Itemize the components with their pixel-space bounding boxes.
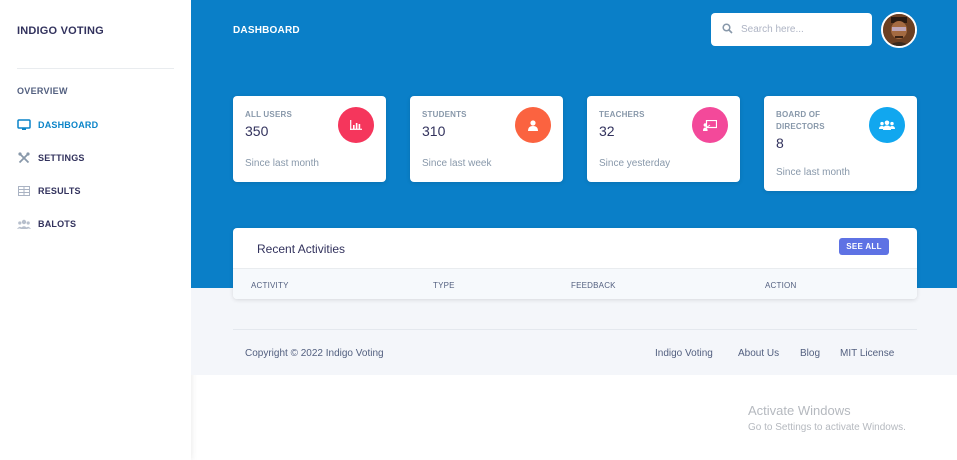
see-all-button[interactable]: SEE ALL bbox=[839, 238, 889, 255]
stat-since: Since yesterday bbox=[599, 158, 671, 169]
search-input[interactable] bbox=[741, 24, 861, 35]
activation-watermark-title: Activate Windows bbox=[748, 403, 851, 418]
stat-value: 8 bbox=[776, 135, 784, 151]
search-box[interactable] bbox=[711, 13, 872, 46]
stat-value: 32 bbox=[599, 123, 615, 139]
footer-divider bbox=[233, 329, 917, 330]
avatar[interactable] bbox=[881, 12, 917, 48]
section-title: Recent Activities bbox=[257, 242, 346, 256]
stat-title: STUDENTS bbox=[422, 110, 467, 119]
sidebar-divider bbox=[17, 68, 174, 69]
chalkboard-icon bbox=[692, 107, 728, 143]
column-header-type: TYPE bbox=[433, 281, 455, 290]
bar-chart-icon bbox=[338, 107, 374, 143]
sidebar-item-balots[interactable]: BALOTS bbox=[17, 217, 76, 231]
sidebar-item-dashboard[interactable]: DASHBOARD bbox=[17, 118, 98, 132]
stat-title: BOARD OF DIRECTORS bbox=[776, 110, 825, 131]
stat-title: ALL USERS bbox=[245, 110, 292, 119]
stat-card-board-of-directors: BOARD OF DIRECTORS 8 Since last month bbox=[764, 96, 917, 191]
footer-link-indigo-voting[interactable]: Indigo Voting bbox=[655, 348, 713, 359]
sidebar-item-label: SETTINGS bbox=[38, 153, 85, 163]
stat-card-students: STUDENTS 310 Since last week bbox=[410, 96, 563, 182]
stat-value: 310 bbox=[422, 123, 446, 139]
stat-card-all-users: ALL USERS 350 Since last month bbox=[233, 96, 386, 182]
page-title: DASHBOARD bbox=[233, 25, 300, 36]
group-icon bbox=[869, 107, 905, 143]
stat-since: Since last month bbox=[245, 158, 319, 169]
sidebar-item-settings[interactable]: SETTINGS bbox=[17, 151, 85, 165]
stat-value: 350 bbox=[245, 123, 269, 139]
sidebar-item-label: DASHBOARD bbox=[38, 120, 99, 130]
footer-link-blog[interactable]: Blog bbox=[800, 348, 820, 359]
activation-watermark-subtitle: Go to Settings to activate Windows. bbox=[748, 422, 906, 433]
user-icon bbox=[515, 107, 551, 143]
column-header-activity: ACTIVITY bbox=[251, 281, 289, 290]
search-icon bbox=[722, 21, 733, 39]
column-header-action: ACTION bbox=[765, 281, 797, 290]
sidebar-item-label: RESULTS bbox=[38, 186, 81, 196]
recent-activities-panel: Recent Activities SEE ALL ACTIVITY TYPE … bbox=[233, 228, 917, 299]
users-icon bbox=[17, 218, 31, 230]
brand-name[interactable]: INDIGO VOTING bbox=[17, 25, 104, 37]
sidebar-heading: OVERVIEW bbox=[17, 86, 68, 96]
sidebar-item-label: BALOTS bbox=[38, 219, 77, 229]
copyright-text: Copyright © 2022 Indigo Voting bbox=[245, 348, 384, 359]
table-header: ACTIVITY TYPE FEEDBACK ACTION bbox=[233, 268, 917, 299]
content-background bbox=[191, 288, 957, 375]
stat-since: Since last week bbox=[422, 158, 492, 169]
table-icon bbox=[17, 185, 31, 197]
footer-link-about-us[interactable]: About Us bbox=[738, 348, 779, 359]
stat-card-teachers: TEACHERS 32 Since yesterday bbox=[587, 96, 740, 182]
column-header-feedback: FEEDBACK bbox=[571, 281, 616, 290]
monitor-icon bbox=[17, 119, 31, 131]
sidebar: INDIGO VOTING OVERVIEW DASHBOARD SETTING… bbox=[0, 0, 191, 460]
footer-link-mit-license[interactable]: MIT License bbox=[840, 348, 894, 359]
stat-since: Since last month bbox=[776, 167, 850, 178]
tools-icon bbox=[17, 152, 31, 164]
sidebar-item-results[interactable]: RESULTS bbox=[17, 184, 81, 198]
stat-title: TEACHERS bbox=[599, 110, 645, 119]
